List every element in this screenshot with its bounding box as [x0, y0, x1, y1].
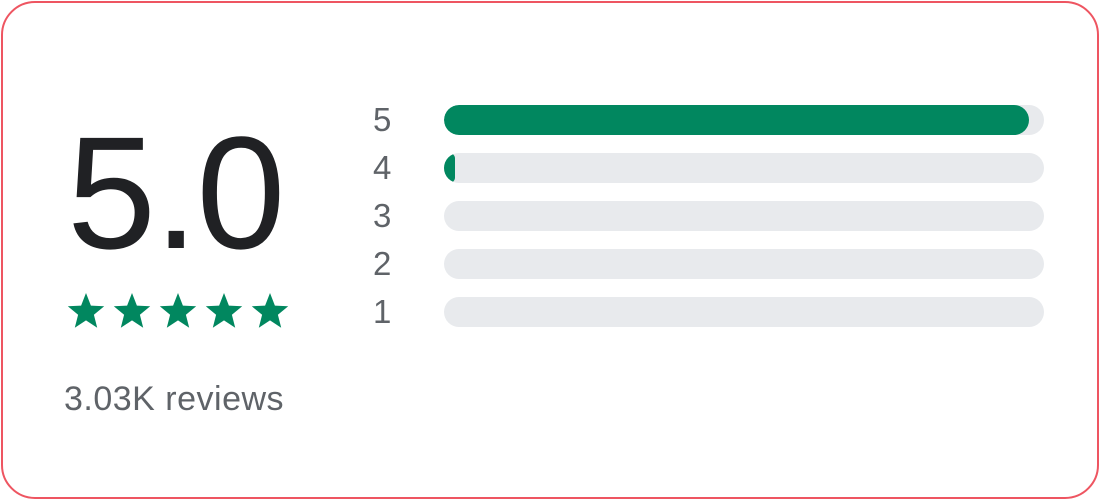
- average-rating: 5.0: [67, 103, 285, 282]
- rating-bar-track: [444, 249, 1044, 279]
- rating-bar-label: 2: [373, 245, 392, 282]
- star-icon: [65, 291, 107, 331]
- rating-bar-fill: [444, 105, 1029, 135]
- rating-bar-row-2: 2: [373, 247, 1045, 295]
- star-icon: [203, 291, 245, 331]
- star-icon: [249, 291, 291, 331]
- star-icon: [157, 291, 199, 331]
- star-rating: [65, 291, 291, 331]
- rating-distribution: 5 4 3 2 1: [373, 103, 1045, 343]
- rating-bar-fill: [444, 153, 455, 183]
- rating-bar-row-5: 5: [373, 103, 1045, 151]
- rating-summary-card: 5.0 3.03K reviews 5 4 3 2 1: [1, 1, 1099, 499]
- rating-bar-row-4: 4: [373, 151, 1045, 199]
- rating-bar-track: [444, 105, 1044, 135]
- rating-bar-label: 1: [373, 293, 392, 330]
- rating-bar-track: [444, 297, 1044, 327]
- star-icon: [111, 291, 153, 331]
- rating-bar-track: [444, 153, 1044, 183]
- rating-bar-row-3: 3: [373, 199, 1045, 247]
- rating-bar-label: 3: [373, 197, 392, 234]
- rating-bar-row-1: 1: [373, 295, 1045, 343]
- review-count: 3.03K reviews: [64, 380, 285, 418]
- rating-bar-label: 5: [373, 101, 392, 138]
- rating-bar-label: 4: [373, 149, 392, 186]
- rating-bar-track: [444, 201, 1044, 231]
